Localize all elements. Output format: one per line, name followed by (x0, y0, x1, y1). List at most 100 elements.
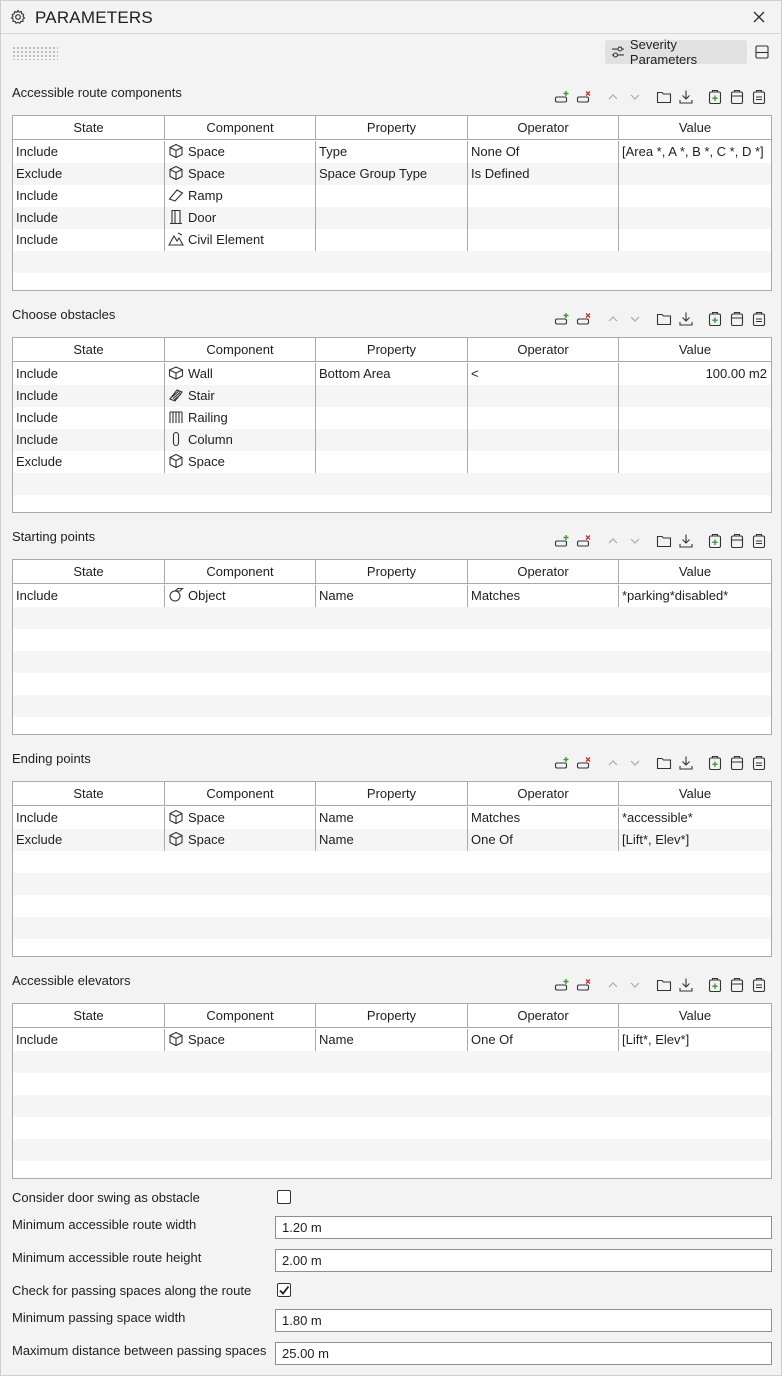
cell-state[interactable]: Include (13, 585, 165, 607)
cell-value[interactable]: 100.00 m2 (619, 363, 771, 385)
cell-value[interactable] (619, 163, 771, 185)
move-down-button[interactable] (626, 310, 644, 328)
min-width-input[interactable]: 1.20 m (275, 1216, 772, 1239)
cell-component[interactable]: Civil Element (165, 229, 316, 251)
column-header-component[interactable]: Component (165, 116, 316, 140)
table-row[interactable]: Exclude Space Name One Of [Lift*, Elev*] (13, 829, 771, 851)
paste-add-button[interactable] (706, 88, 724, 106)
export-button[interactable] (677, 754, 695, 772)
move-down-button[interactable] (626, 754, 644, 772)
cell-operator[interactable]: < (468, 363, 619, 385)
cell-operator[interactable]: One Of (468, 829, 619, 851)
table-row[interactable]: Exclude Space Space Group Type Is Defined (13, 163, 771, 185)
column-header-property[interactable]: Property (316, 1004, 468, 1028)
table-row[interactable]: Include Ramp (13, 185, 771, 207)
add-row-button[interactable] (553, 88, 571, 106)
min-passing-width-input[interactable]: 1.80 m (275, 1309, 772, 1332)
cell-operator[interactable] (468, 207, 619, 229)
column-header-property[interactable]: Property (316, 116, 468, 140)
cell-operator[interactable] (468, 385, 619, 407)
column-header-operator[interactable]: Operator (468, 116, 619, 140)
cell-state[interactable]: Include (13, 1029, 165, 1051)
max-distance-input[interactable]: 25.00 m (275, 1342, 772, 1365)
open-folder-button[interactable] (655, 88, 673, 106)
cell-value[interactable] (619, 451, 771, 473)
column-header-property[interactable]: Property (316, 338, 468, 362)
cell-operator[interactable] (468, 185, 619, 207)
close-button[interactable] (749, 7, 769, 27)
column-header-state[interactable]: State (13, 116, 165, 140)
table-row[interactable]: Include Wall Bottom Area <100.00 m2 (13, 363, 771, 385)
cell-component[interactable]: Space (165, 141, 316, 163)
cell-state[interactable]: Include (13, 363, 165, 385)
remove-row-button[interactable] (575, 976, 593, 994)
paste-remove-button[interactable] (728, 88, 746, 106)
door-swing-checkbox[interactable] (277, 1190, 291, 1204)
cell-state[interactable]: Exclude (13, 163, 165, 185)
column-header-component[interactable]: Component (165, 782, 316, 806)
cell-value[interactable]: [Area *, A *, B *, C *, D *] (619, 141, 771, 163)
cell-state[interactable]: Include (13, 141, 165, 163)
paste-add-button[interactable] (706, 976, 724, 994)
column-header-operator[interactable]: Operator (468, 1004, 619, 1028)
cell-state[interactable]: Include (13, 229, 165, 251)
paste-replace-button[interactable] (750, 532, 768, 550)
open-folder-button[interactable] (655, 976, 673, 994)
move-down-button[interactable] (626, 88, 644, 106)
table-row[interactable]: Include Column (13, 429, 771, 451)
cell-component[interactable]: Column (165, 429, 316, 451)
column-header-component[interactable]: Component (165, 1004, 316, 1028)
add-row-button[interactable] (553, 532, 571, 550)
add-row-button[interactable] (553, 976, 571, 994)
paste-replace-button[interactable] (750, 976, 768, 994)
cell-property[interactable]: Type (316, 141, 468, 163)
open-folder-button[interactable] (655, 310, 673, 328)
move-down-button[interactable] (626, 532, 644, 550)
column-header-operator[interactable]: Operator (468, 338, 619, 362)
paste-add-button[interactable] (706, 532, 724, 550)
column-header-value[interactable]: Value (619, 782, 771, 806)
cell-value[interactable] (619, 229, 771, 251)
column-header-state[interactable]: State (13, 1004, 165, 1028)
cell-property[interactable]: Name (316, 585, 468, 607)
cell-value[interactable] (619, 207, 771, 229)
cell-component[interactable]: Space (165, 829, 316, 851)
cell-operator[interactable] (468, 429, 619, 451)
cell-value[interactable] (619, 185, 771, 207)
column-header-component[interactable]: Component (165, 560, 316, 584)
cell-component[interactable]: Object (165, 585, 316, 607)
cell-component[interactable]: Wall (165, 363, 316, 385)
cell-operator[interactable] (468, 229, 619, 251)
move-up-button[interactable] (604, 532, 622, 550)
paste-remove-button[interactable] (728, 976, 746, 994)
cell-value[interactable] (619, 429, 771, 451)
column-header-value[interactable]: Value (619, 1004, 771, 1028)
add-row-button[interactable] (553, 754, 571, 772)
cell-property[interactable] (316, 185, 468, 207)
cell-state[interactable]: Include (13, 185, 165, 207)
cell-operator[interactable]: Matches (468, 807, 619, 829)
cell-state[interactable]: Include (13, 807, 165, 829)
cell-state[interactable]: Include (13, 207, 165, 229)
paste-replace-button[interactable] (750, 88, 768, 106)
table-row[interactable]: Include Door (13, 207, 771, 229)
min-height-input[interactable]: 2.00 m (275, 1249, 772, 1272)
table-row[interactable]: Include Civil Element (13, 229, 771, 251)
remove-row-button[interactable] (575, 532, 593, 550)
move-up-button[interactable] (604, 310, 622, 328)
remove-row-button[interactable] (575, 754, 593, 772)
cell-property[interactable]: Name (316, 807, 468, 829)
column-header-value[interactable]: Value (619, 338, 771, 362)
paste-remove-button[interactable] (728, 532, 746, 550)
cell-component[interactable]: Railing (165, 407, 316, 429)
cell-property[interactable]: Bottom Area (316, 363, 468, 385)
cell-component[interactable]: Space (165, 807, 316, 829)
move-down-button[interactable] (626, 976, 644, 994)
table-row[interactable]: Include Space Name Matches *accessible* (13, 807, 771, 829)
column-header-operator[interactable]: Operator (468, 782, 619, 806)
column-header-component[interactable]: Component (165, 338, 316, 362)
cell-property[interactable] (316, 207, 468, 229)
table-row[interactable]: Exclude Space (13, 451, 771, 473)
cell-state[interactable]: Exclude (13, 829, 165, 851)
column-header-state[interactable]: State (13, 560, 165, 584)
